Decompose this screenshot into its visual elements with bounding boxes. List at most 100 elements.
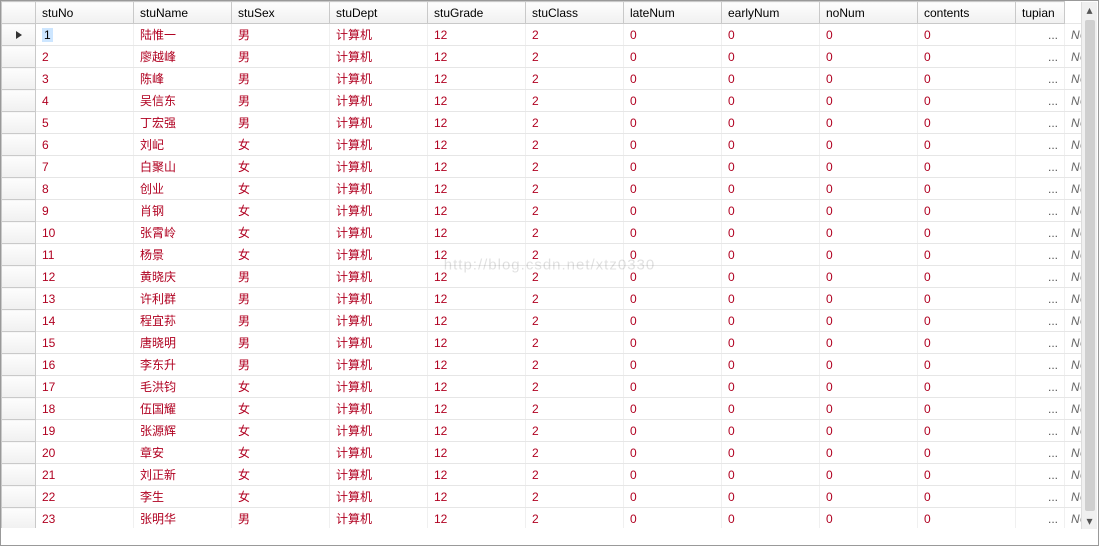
row-header[interactable] — [2, 508, 36, 529]
cell-stuClass[interactable]: 2 — [526, 288, 624, 310]
cell-stuClass[interactable]: 2 — [526, 508, 624, 529]
cell-contents-expand[interactable]: ... — [1016, 486, 1065, 508]
cell-stuNo[interactable]: 7 — [36, 156, 134, 178]
cell-stuSex[interactable]: 女 — [232, 222, 330, 244]
cell-stuSex[interactable]: 男 — [232, 90, 330, 112]
cell-stuGrade[interactable]: 12 — [428, 332, 526, 354]
cell-stuDept[interactable]: 计算机 — [330, 420, 428, 442]
cell-contents[interactable]: 0 — [918, 464, 1016, 486]
table-row[interactable]: 18伍国耀女计算机1220000...NULL — [2, 398, 1086, 420]
cell-stuNo[interactable]: 21 — [36, 464, 134, 486]
cell-stuGrade[interactable]: 12 — [428, 134, 526, 156]
cell-noNum[interactable]: 0 — [820, 222, 918, 244]
row-header-corner[interactable] — [2, 2, 36, 24]
cell-earlyNum[interactable]: 0 — [722, 398, 820, 420]
cell-stuClass[interactable]: 2 — [526, 200, 624, 222]
cell-contents[interactable]: 0 — [918, 24, 1016, 46]
cell-contents[interactable]: 0 — [918, 222, 1016, 244]
row-header[interactable] — [2, 244, 36, 266]
cell-lateNum[interactable]: 0 — [624, 222, 722, 244]
cell-stuSex[interactable]: 男 — [232, 266, 330, 288]
cell-stuClass[interactable]: 2 — [526, 442, 624, 464]
cell-stuName[interactable]: 程宜荪 — [134, 310, 232, 332]
cell-stuName[interactable]: 杨景 — [134, 244, 232, 266]
cell-stuDept[interactable]: 计算机 — [330, 134, 428, 156]
row-header[interactable] — [2, 200, 36, 222]
cell-contents-expand[interactable]: ... — [1016, 398, 1065, 420]
cell-lateNum[interactable]: 0 — [624, 398, 722, 420]
cell-noNum[interactable]: 0 — [820, 156, 918, 178]
cell-stuNo[interactable]: 23 — [36, 508, 134, 529]
cell-earlyNum[interactable]: 0 — [722, 442, 820, 464]
cell-noNum[interactable]: 0 — [820, 266, 918, 288]
cell-stuDept[interactable]: 计算机 — [330, 222, 428, 244]
cell-earlyNum[interactable]: 0 — [722, 266, 820, 288]
cell-contents[interactable]: 0 — [918, 288, 1016, 310]
cell-earlyNum[interactable]: 0 — [722, 178, 820, 200]
cell-contents[interactable]: 0 — [918, 354, 1016, 376]
cell-stuSex[interactable]: 男 — [232, 354, 330, 376]
cell-earlyNum[interactable]: 0 — [722, 288, 820, 310]
table-row[interactable]: 13许利群男计算机1220000...NULL — [2, 288, 1086, 310]
cell-stuName[interactable]: 陈峰 — [134, 68, 232, 90]
cell-noNum[interactable]: 0 — [820, 464, 918, 486]
cell-stuName[interactable]: 李东升 — [134, 354, 232, 376]
cell-earlyNum[interactable]: 0 — [722, 332, 820, 354]
column-header-earlyNum[interactable]: earlyNum — [722, 2, 820, 24]
cell-contents[interactable]: 0 — [918, 112, 1016, 134]
cell-stuGrade[interactable]: 12 — [428, 486, 526, 508]
row-header[interactable] — [2, 486, 36, 508]
cell-earlyNum[interactable]: 0 — [722, 464, 820, 486]
cell-stuGrade[interactable]: 12 — [428, 24, 526, 46]
cell-lateNum[interactable]: 0 — [624, 376, 722, 398]
cell-noNum[interactable]: 0 — [820, 288, 918, 310]
table-row[interactable]: 6刘屺女计算机1220000...NULL — [2, 134, 1086, 156]
cell-stuName[interactable]: 伍国耀 — [134, 398, 232, 420]
row-header[interactable] — [2, 222, 36, 244]
cell-stuSex[interactable]: 男 — [232, 68, 330, 90]
table-row[interactable]: 17毛洪钧女计算机1220000...NULL — [2, 376, 1086, 398]
cell-stuGrade[interactable]: 12 — [428, 244, 526, 266]
cell-stuGrade[interactable]: 12 — [428, 156, 526, 178]
row-header[interactable] — [2, 310, 36, 332]
scroll-down-arrow-icon[interactable]: ▾ — [1082, 513, 1097, 529]
row-header[interactable] — [2, 178, 36, 200]
cell-stuName[interactable]: 刘屺 — [134, 134, 232, 156]
table-row[interactable]: 5丁宏强男计算机1220000...NULL — [2, 112, 1086, 134]
cell-stuClass[interactable]: 2 — [526, 310, 624, 332]
cell-stuGrade[interactable]: 12 — [428, 288, 526, 310]
row-header[interactable] — [2, 398, 36, 420]
cell-stuSex[interactable]: 男 — [232, 332, 330, 354]
cell-earlyNum[interactable]: 0 — [722, 244, 820, 266]
cell-stuSex[interactable]: 女 — [232, 398, 330, 420]
cell-stuDept[interactable]: 计算机 — [330, 46, 428, 68]
cell-stuGrade[interactable]: 12 — [428, 90, 526, 112]
cell-stuSex[interactable]: 男 — [232, 112, 330, 134]
cell-lateNum[interactable]: 0 — [624, 508, 722, 529]
cell-stuSex[interactable]: 女 — [232, 244, 330, 266]
cell-contents[interactable]: 0 — [918, 68, 1016, 90]
cell-earlyNum[interactable]: 0 — [722, 354, 820, 376]
table-row[interactable]: 8创业女计算机1220000...NULL — [2, 178, 1086, 200]
cell-stuNo[interactable]: 2 — [36, 46, 134, 68]
cell-stuNo[interactable]: 11 — [36, 244, 134, 266]
cell-lateNum[interactable]: 0 — [624, 24, 722, 46]
cell-contents[interactable]: 0 — [918, 486, 1016, 508]
cell-stuSex[interactable]: 女 — [232, 376, 330, 398]
cell-stuClass[interactable]: 2 — [526, 398, 624, 420]
cell-stuGrade[interactable]: 12 — [428, 354, 526, 376]
cell-lateNum[interactable]: 0 — [624, 134, 722, 156]
cell-stuClass[interactable]: 2 — [526, 420, 624, 442]
cell-stuSex[interactable]: 女 — [232, 442, 330, 464]
cell-contents-expand[interactable]: ... — [1016, 156, 1065, 178]
table-row[interactable]: 14程宜荪男计算机1220000...NULL — [2, 310, 1086, 332]
cell-stuGrade[interactable]: 12 — [428, 200, 526, 222]
row-header[interactable] — [2, 90, 36, 112]
cell-stuName[interactable]: 许利群 — [134, 288, 232, 310]
cell-stuGrade[interactable]: 12 — [428, 464, 526, 486]
cell-stuSex[interactable]: 女 — [232, 156, 330, 178]
cell-stuNo[interactable]: 1 — [36, 24, 134, 46]
cell-stuNo[interactable]: 20 — [36, 442, 134, 464]
table-row[interactable]: 4吴信东男计算机1220000...NULL — [2, 90, 1086, 112]
cell-noNum[interactable]: 0 — [820, 420, 918, 442]
